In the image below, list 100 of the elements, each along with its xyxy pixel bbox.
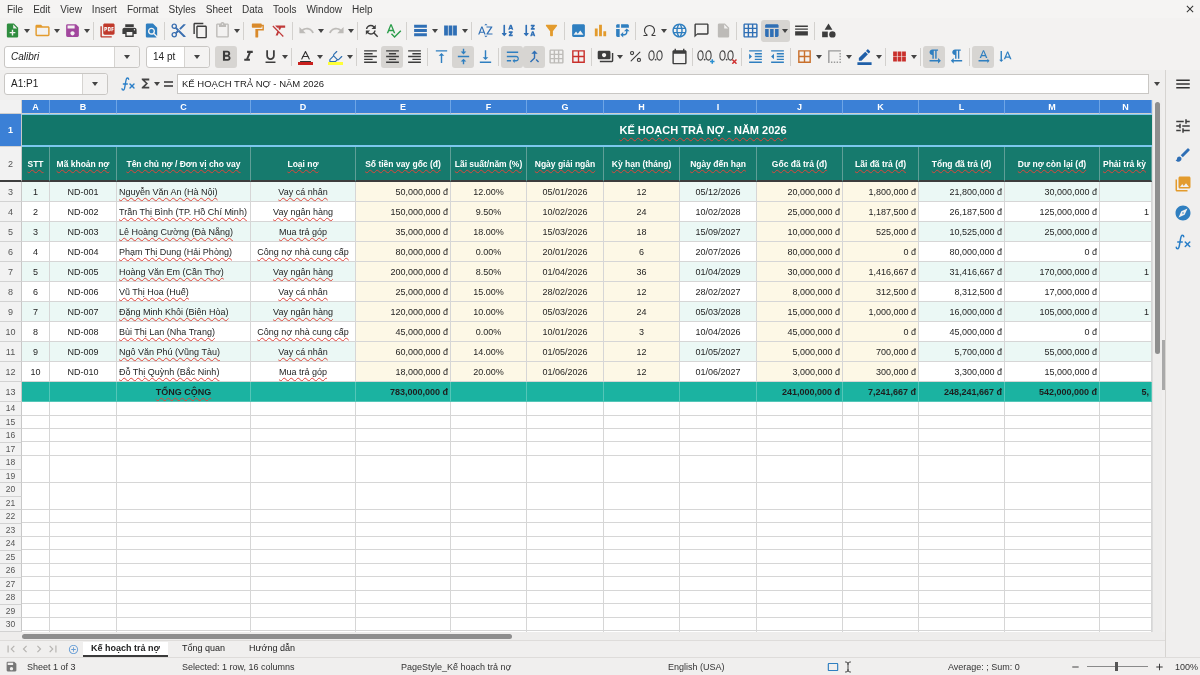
column-header[interactable]: M <box>1005 100 1100 114</box>
vertical-scrollbar[interactable] <box>1152 100 1162 632</box>
menu-item[interactable]: Tools <box>268 1 302 17</box>
function-icon[interactable] <box>120 75 136 92</box>
caret-icon[interactable] <box>876 54 882 59</box>
menu-item[interactable]: Format <box>121 1 164 17</box>
menu-item[interactable]: Help <box>347 1 378 17</box>
row-header[interactable]: 9 <box>0 302 22 322</box>
font-name-field[interactable]: Calibri <box>4 45 140 68</box>
column-heading: Loại nợ <box>251 147 356 182</box>
row-header[interactable]: 10 <box>0 322 22 342</box>
brush-icon[interactable] <box>1174 146 1192 164</box>
row-header[interactable]: 2 <box>0 147 22 182</box>
column-header[interactable]: B <box>50 100 117 114</box>
column-header[interactable]: H <box>604 100 680 114</box>
row-header[interactable]: 18 <box>0 456 22 470</box>
row-header[interactable]: 24 <box>0 537 22 551</box>
caret-icon[interactable] <box>781 28 788 33</box>
sheet-tab[interactable]: Hướng dẫn <box>240 641 303 657</box>
row-header[interactable]: 13 <box>0 382 22 402</box>
row-header[interactable]: 3 <box>0 182 22 202</box>
caret-icon[interactable] <box>234 28 240 33</box>
font-size-field[interactable]: 14 pt <box>146 45 210 68</box>
row-header[interactable]: 8 <box>0 282 22 302</box>
text-cursor-icon[interactable] <box>842 660 854 673</box>
menu-item[interactable]: Sheet <box>200 1 237 17</box>
sidebar-handle[interactable] <box>1162 340 1165 390</box>
table-icon[interactable] <box>762 22 780 39</box>
row-header[interactable]: 4 <box>0 202 22 222</box>
column-header[interactable]: D <box>251 100 356 114</box>
slider-thumb[interactable] <box>1114 662 1118 671</box>
row-header[interactable]: 6 <box>0 242 22 262</box>
row-header[interactable]: 20 <box>0 483 22 497</box>
freeze-button[interactable] <box>761 19 790 42</box>
menu-item[interactable]: Window <box>301 1 347 17</box>
caret-icon[interactable] <box>92 81 98 86</box>
row-header[interactable]: 14 <box>0 402 22 416</box>
language[interactable]: English (USA) <box>668 661 725 672</box>
column-header[interactable]: C <box>117 100 251 114</box>
name-box[interactable]: A1:P1 <box>4 72 108 95</box>
table-cell: 25,000,000 đ <box>1005 222 1100 242</box>
row-header[interactable]: 26 <box>0 564 22 578</box>
column-header[interactable]: L <box>919 100 1005 114</box>
row-header[interactable]: 30 <box>0 618 22 632</box>
menu-item[interactable]: Edit <box>28 1 56 17</box>
sheet-tab[interactable]: Tổng quan <box>173 641 233 657</box>
menu-item[interactable]: View <box>55 1 87 17</box>
caret-icon[interactable] <box>462 28 468 33</box>
caret-icon[interactable] <box>1154 81 1160 86</box>
sort-ascending-icon[interactable] <box>500 24 514 37</box>
caret-icon[interactable] <box>317 54 323 59</box>
caret-icon[interactable] <box>54 28 60 33</box>
caret-icon[interactable] <box>347 54 353 59</box>
sheet-tab[interactable]: Kế hoạch trả nợ <box>83 641 168 657</box>
caret-icon[interactable] <box>282 54 288 59</box>
caret-icon[interactable] <box>348 28 354 33</box>
caret-icon[interactable] <box>24 28 30 33</box>
caret-icon[interactable] <box>617 54 623 59</box>
formula-input[interactable]: KẾ HOẠCH TRẢ NỢ - NĂM 2026 <box>177 73 1149 94</box>
table-cell: 120,000,000 đ <box>356 302 451 322</box>
column-header[interactable]: J <box>757 100 843 114</box>
caret-icon[interactable] <box>661 28 667 33</box>
compass-icon[interactable] <box>1174 204 1192 222</box>
caret-icon[interactable] <box>84 28 90 33</box>
column-header[interactable]: K <box>843 100 919 114</box>
equals-icon[interactable] <box>164 80 173 87</box>
caret-icon[interactable] <box>318 28 324 33</box>
caret-icon[interactable] <box>911 54 917 59</box>
column-header[interactable]: N <box>1100 100 1152 114</box>
menu-item[interactable]: Styles <box>163 1 201 17</box>
column-header[interactable]: I <box>680 100 757 114</box>
column-header[interactable]: F <box>451 100 527 114</box>
page-style[interactable]: PageStyle_Kế hoạch trả nợ <box>401 661 512 672</box>
menu-item[interactable]: Insert <box>86 1 122 17</box>
caret-icon[interactable] <box>816 54 822 59</box>
row-header[interactable]: 16 <box>0 429 22 443</box>
row-header[interactable]: 22 <box>0 510 22 524</box>
table-cell: ND-001 <box>50 182 117 202</box>
caret-icon[interactable] <box>432 28 438 33</box>
caret-icon[interactable] <box>194 54 200 59</box>
row-header[interactable]: 7 <box>0 262 22 282</box>
row-header[interactable]: 5 <box>0 222 22 242</box>
row-header[interactable]: 1 <box>0 114 22 147</box>
sliders-icon[interactable] <box>1174 117 1192 135</box>
close-icon[interactable] <box>1184 3 1196 15</box>
column-header[interactable]: E <box>356 100 451 114</box>
caret-icon[interactable] <box>124 54 130 59</box>
row-header[interactable]: 28 <box>0 591 22 605</box>
row-header[interactable]: 12 <box>0 362 22 382</box>
caret-icon[interactable] <box>154 81 160 86</box>
menu-item[interactable]: Data <box>236 1 269 17</box>
column-header[interactable]: A <box>22 100 50 114</box>
sort-descending-icon[interactable] <box>522 24 536 37</box>
caret-icon[interactable] <box>846 54 852 59</box>
table-cell: 25,000,000 đ <box>757 202 843 222</box>
column-heading: Gốc đã trả (đ) <box>757 147 843 182</box>
column-header[interactable]: G <box>527 100 604 114</box>
function-icon[interactable] <box>1174 233 1192 251</box>
menu-item[interactable]: File <box>2 1 29 17</box>
row-header[interactable]: 11 <box>0 342 22 362</box>
